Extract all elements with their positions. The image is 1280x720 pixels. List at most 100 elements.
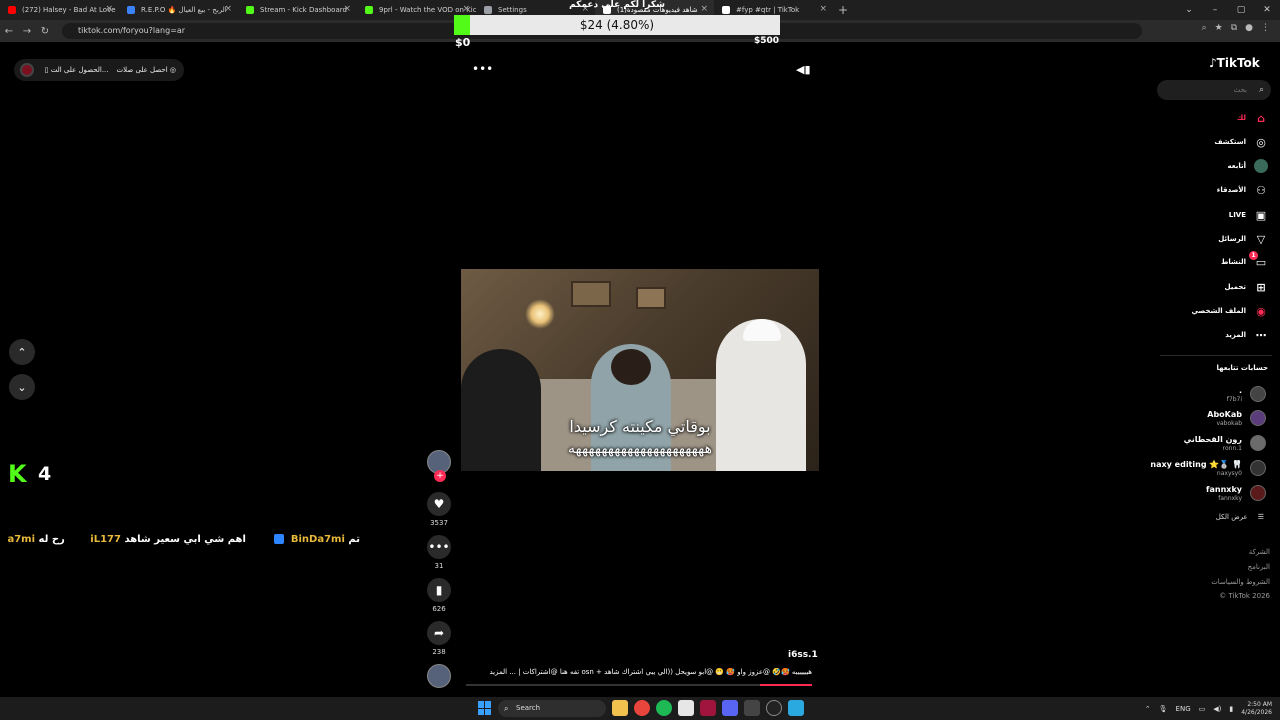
heart-icon[interactable]: ♥ [427,492,451,516]
following-account[interactable]: fannxky fannxky [1156,483,1266,505]
promo-get-app[interactable]: ▯ الحصول على الت... [45,66,109,74]
sidebar-item-live[interactable]: LIVE ▣ [1229,206,1268,224]
app-icon[interactable] [788,700,804,716]
sidebar-item-label: تحميل [1224,283,1246,291]
comment-icon[interactable]: ••• [427,535,451,559]
following-account[interactable]: . f7b7i [1156,384,1266,406]
profile-icon: ◉ [1256,304,1266,318]
close-icon[interactable]: × [105,4,113,14]
profile-icon[interactable]: ● [1245,23,1253,33]
sidebar-item-following[interactable]: أتابعه [1228,157,1268,175]
chevron-down-icon[interactable]: ⌄ [9,374,35,400]
close-icon[interactable]: × [224,4,232,14]
bookmark-count: 626 [432,605,446,613]
browser-tab[interactable]: R.E.P.O 🔥 الربح - بيع العيال × [119,0,238,20]
avatar[interactable] [20,63,34,77]
volume-icon[interactable]: ◀) [1213,705,1221,713]
forward-icon[interactable]: → [18,26,36,37]
footer-link-company[interactable]: الشركة [1249,548,1270,556]
system-tray: ⌃ 🎙 ENG ▭ ◀) ▮ 2:50 AM 4/26/2026 [1145,699,1272,718]
language-indicator[interactable]: ENG [1176,705,1191,713]
following-account[interactable]: AboKab vabokab [1156,408,1266,430]
reload-icon[interactable]: ↻ [36,26,54,37]
post-caption[interactable]: هييييييه 🥵🤣 @عزوز واو 🥵 😬 @ابو سويحل ((ا… [466,668,812,676]
menu-icon[interactable]: ⋮ [1261,23,1270,33]
account-name: fannxky [1206,485,1242,494]
calendar-icon[interactable] [678,700,694,716]
chevron-down-icon[interactable]: ⌄ [1176,0,1202,20]
wall-frame [636,287,666,309]
taskbar-search-label: Search [516,704,541,712]
show-all-button[interactable]: عرض الكل ☰ [1216,513,1264,521]
donation-min-label: $0 [455,36,471,49]
network-icon[interactable]: ▭ [1199,705,1206,713]
windows-start-icon[interactable] [478,701,492,715]
video-progress-bar[interactable] [466,684,812,686]
sidebar-item-more[interactable]: المزيد ⋯ [1225,326,1268,344]
video-progress-fill [760,684,812,686]
video-subtitle-line1: بوقاتي مكينته كرسيدا [569,417,711,436]
bookmark-icon[interactable]: ▮ [427,578,451,602]
comment-action: ••• 31 [427,535,451,570]
zoom-icon[interactable]: ⌕ [1202,23,1207,33]
share-icon[interactable]: ➦ [427,621,451,645]
following-account[interactable]: رون القحطاني ronn.1 [1156,433,1266,455]
obs-icon[interactable] [744,700,760,716]
new-tab-button[interactable]: + [833,0,853,20]
sidebar-item-friends[interactable]: الأصدقاء ⚇ [1217,181,1268,199]
adobe-icon[interactable] [700,700,716,716]
file-explorer-icon[interactable] [612,700,628,716]
sidebar-item-label: استكشف [1214,138,1246,146]
maximize-icon[interactable]: ▢ [1228,0,1254,20]
tab-favicon [127,6,135,14]
sidebar-item-foryou[interactable]: لك ⌂ [1237,109,1268,127]
avatar [1250,435,1266,451]
chevron-up-icon[interactable]: ⌃ [9,339,35,365]
music-disc-avatar[interactable] [427,664,451,688]
mic-icon[interactable]: 🎙 [1159,705,1168,713]
back-icon[interactable]: ← [0,26,18,37]
activity-icon: ▭ 1 [1249,251,1268,269]
more-options-icon[interactable]: ••• [472,62,493,76]
extensions-icon[interactable]: ⧉ [1231,23,1237,33]
ticker-user: BinDa7mi [290,534,345,545]
promo-get-coins[interactable]: احصل على صلات ◎ [117,66,176,74]
volume-icon[interactable]: ◀▮ [796,63,811,76]
sidebar-item-activity[interactable]: النشاط ▭ 1 [1221,251,1268,271]
following-account[interactable]: naxy editing ⭐🥈 🦷 naxysy0 [1150,458,1266,480]
video-player[interactable]: بوقاتي مكينته كرسيدا ههههههههههههههههههه… [461,269,819,471]
browser-tab[interactable]: (272) Halsey - Bad At Love × [0,0,119,20]
search-input[interactable]: بحث ⌕ [1157,80,1271,100]
sidebar-item-label: أتابعه [1227,162,1246,170]
discord-icon[interactable] [722,700,738,716]
close-window-icon[interactable]: ✕ [1254,0,1280,20]
minimize-icon[interactable]: – [1202,0,1228,20]
list-icon: ☰ [1257,513,1264,521]
footer-link-program[interactable]: البرنامج [1248,563,1270,571]
taskbar-search[interactable]: ⌕ Search [498,700,606,717]
star-icon[interactable]: ★ [1215,23,1223,33]
tab-title: R.E.P.O 🔥 الربح - بيع العيال [141,6,227,14]
tiktok-logo[interactable]: ♪TikTok [1209,56,1260,70]
close-icon[interactable]: × [343,4,351,14]
spotify-icon[interactable] [656,700,672,716]
battery-icon[interactable]: ▮ [1229,705,1233,713]
sidebar-item-upload[interactable]: تحميل ⊞ [1225,278,1268,296]
account-handle: vabokab [1216,420,1242,427]
chrome-icon[interactable] [634,700,650,716]
post-username[interactable]: i6ss.1 [788,650,818,660]
chevron-up-icon[interactable]: ⌃ [1145,705,1151,713]
home-icon: ⌂ [1257,111,1265,125]
sidebar-item-explore[interactable]: استكشف ◎ [1214,133,1268,151]
sidebar-item-messages[interactable]: الرسائل ▽ [1218,230,1268,248]
close-icon[interactable]: × [819,4,827,14]
browser-tab[interactable]: Stream - Kick Dashboard × [238,0,357,20]
footer-link-terms[interactable]: الشروط والسياسات [1211,578,1270,586]
sidebar-item-profile[interactable]: الملف الشخصي ◉ [1191,302,1268,320]
chat-ticker: تم BinDa7mi اهم شي ابي سعير شاهد iL177 ر… [0,534,360,548]
clock[interactable]: 2:50 AM 4/26/2026 [1241,701,1272,717]
app-icon[interactable] [766,700,782,716]
account-handle: f7b7i [1226,396,1242,403]
ticker-text: رح له [38,534,65,545]
follow-button[interactable]: + [434,470,446,482]
